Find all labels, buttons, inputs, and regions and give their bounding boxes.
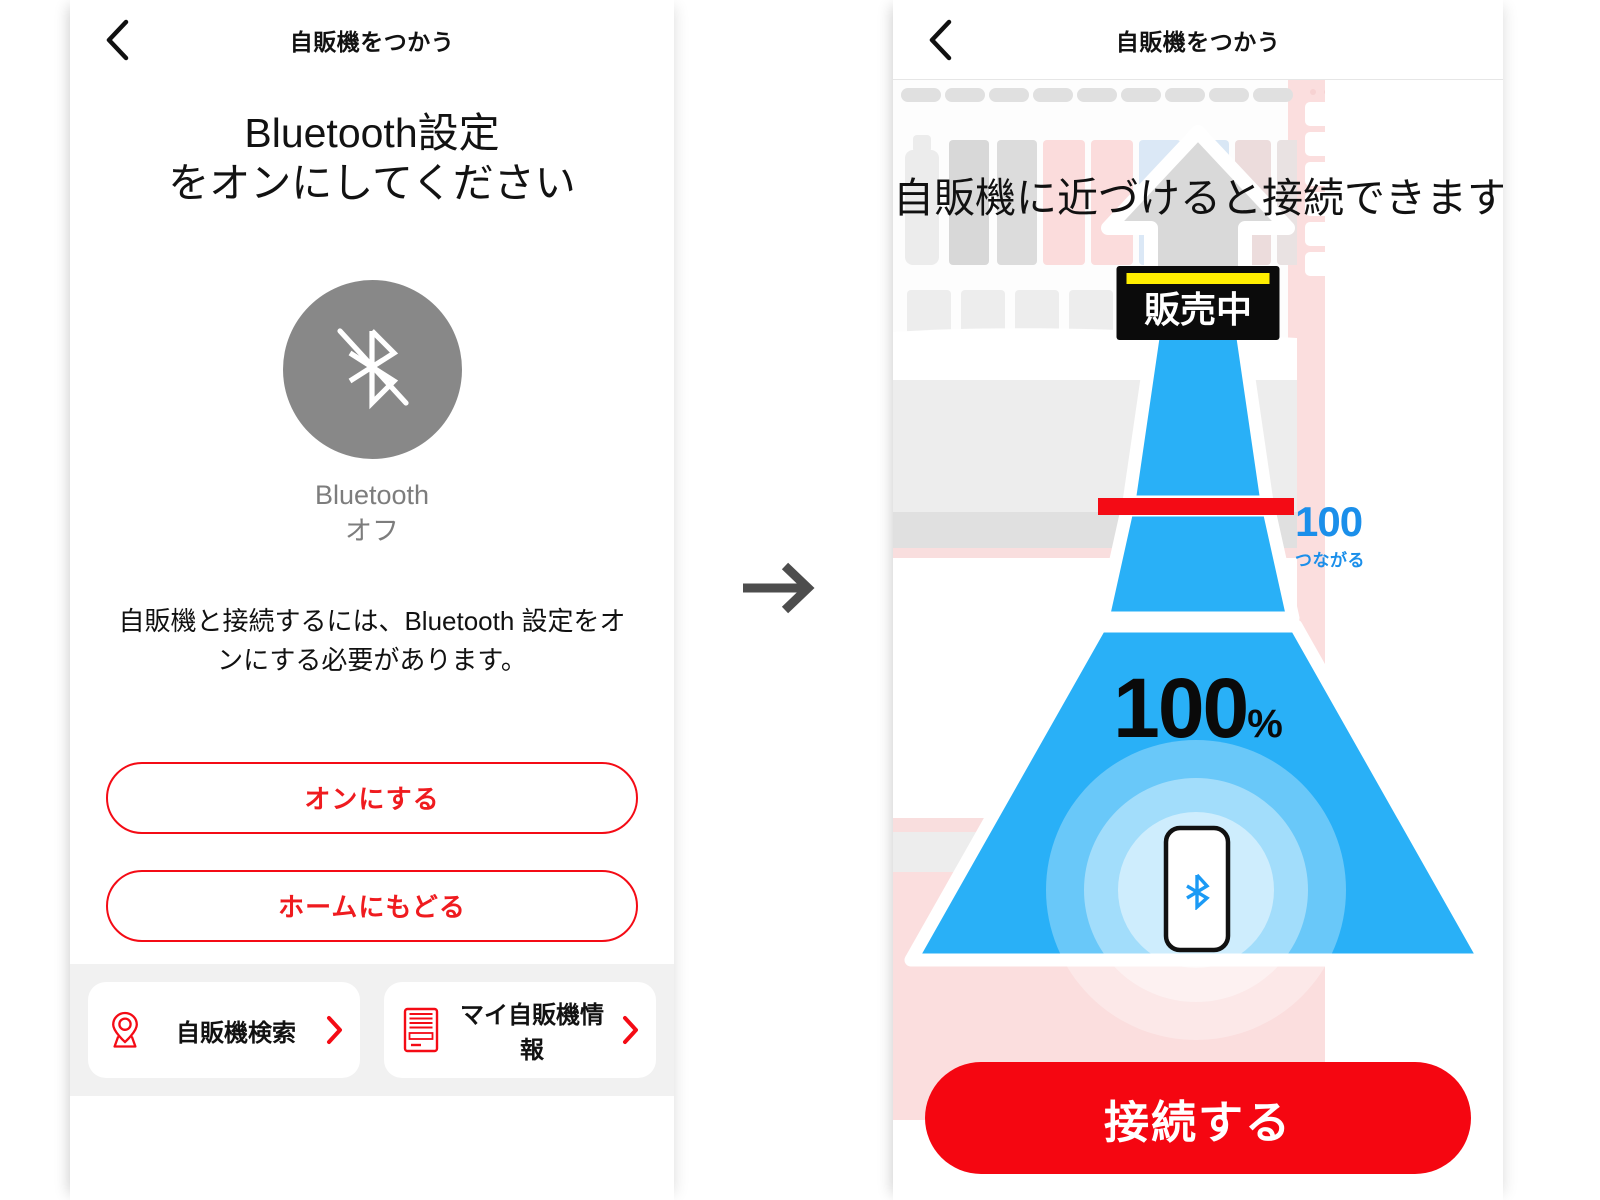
bluetooth-title: Bluetooth [314,480,430,511]
flow-arrow [735,557,825,619]
my-vending-machine-info-card[interactable]: マイ自販機情報 [384,982,656,1078]
signal-strength-readout: 100% [893,660,1503,757]
right-navbar: 自販機をつかう [893,0,1503,80]
heading: Bluetooth設定 をオンにしてください [70,108,674,208]
right-heading: 自販機に近づけると接続できます [893,175,1503,221]
bluetooth-off-icon [320,315,424,424]
connect-button[interactable]: 接続する [925,1062,1471,1174]
info-card-label: マイ自販機情報 [460,1002,604,1064]
right-phone-screen: 自販機をつかう 自販機に近づけると接続できます 販売中 100 つながる 100… [893,0,1503,1200]
signal-strength-value: 100 [1113,661,1249,755]
arrow-right-icon [735,562,825,623]
signal-threshold-marker: 100 つながる [1295,498,1365,571]
chevron-right-icon [324,1015,346,1045]
status-badge: 販売中 [1116,266,1280,340]
description-line-2: ンにする必要があります。 [217,644,527,675]
right-content: 自販機に近づけると接続できます 販売中 100 つながる 100% 接続する [893,80,1503,1200]
back-to-home-button[interactable]: ホームにもどる [106,869,638,942]
left-navbar: 自販機をつかう [70,0,674,80]
chevron-left-icon [927,19,953,61]
heading-line-1: Bluetooth設定 [244,110,500,156]
back-button[interactable] [92,15,142,65]
sale-sign-text: 販売中 [1143,289,1252,330]
description-line-1: 自販機と接続するには、Bluetooth 設定をオ [118,605,626,636]
page-title: 自販機をつかう [289,29,455,55]
back-button[interactable] [915,15,965,65]
bluetooth-off-badge [282,280,462,460]
description-text: 自販機と接続するには、Bluetooth 設定をオ ンにする必要があります。 [100,602,644,680]
map-pin-icon [102,1007,148,1053]
bluetooth-state: オフ [345,516,399,547]
heading-line-2: をオンにしてください [168,160,576,207]
signal-threshold-value: 100 [1295,498,1363,545]
signal-threshold-caption: つながる [1295,550,1365,570]
page-title: 自販機をつかう [1115,28,1281,55]
bluetooth-icon [1181,872,1213,915]
left-content: Bluetooth設定 をオンにしてください Bluetooth オフ 自販機と… [70,108,674,1096]
chevron-right-icon [620,1015,642,1045]
vending-machine-search-card[interactable]: 自販機検索 [88,982,360,1078]
turn-on-button[interactable]: オンにする [106,761,638,834]
screenshot-stage: 自販機をつかう Bluetooth設定 をオンにしてください Bluetooth… [0,0,1600,1200]
bottom-bar: 自販機検索 マイ自販機情報 [70,964,674,1096]
left-phone-screen: 自販機をつかう Bluetooth設定 をオンにしてください Bluetooth… [70,0,674,1200]
signal-strength-unit: % [1247,702,1283,746]
chevron-left-icon [104,19,130,61]
search-card-label: 自販機検索 [176,1019,296,1047]
vending-machine-icon [398,1007,444,1053]
bluetooth-status-label: Bluetooth オフ [70,477,674,550]
sale-sign-yellow-bar [1126,273,1270,284]
vending-machine-illustration [893,80,1503,1200]
